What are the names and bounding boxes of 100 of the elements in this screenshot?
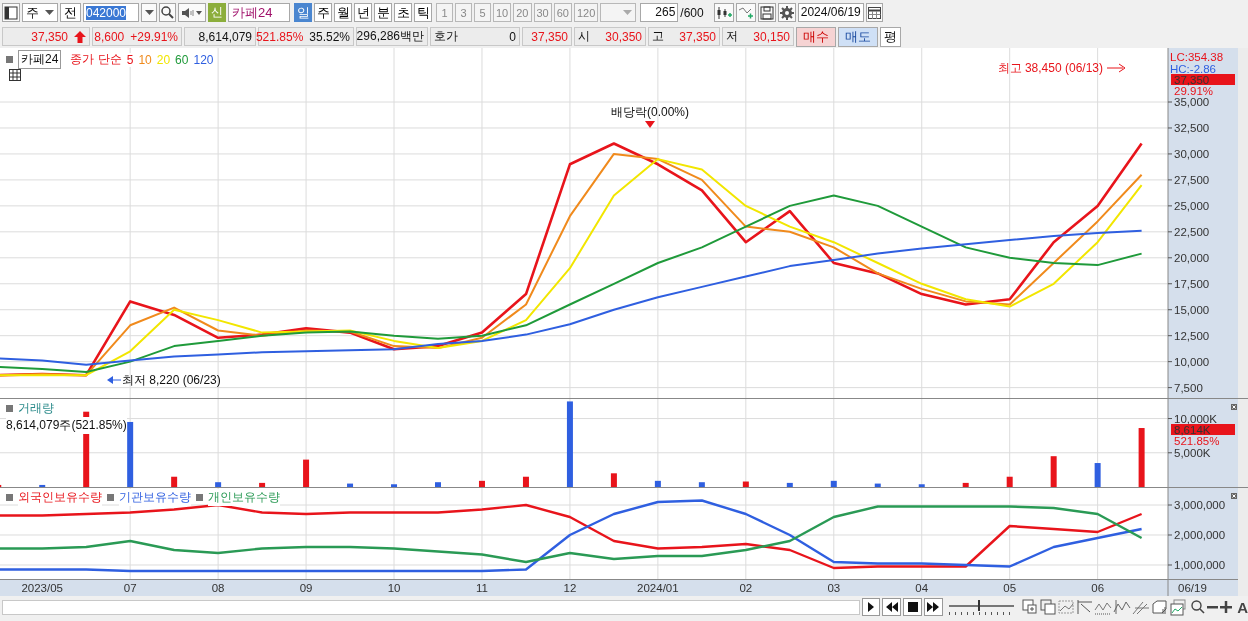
date-field[interactable]: 2024/06/19 (797, 3, 864, 22)
axis-label: 2023/05 (21, 582, 63, 594)
axis-label: 5,000K (1174, 446, 1211, 459)
axis-label: 17,500 (1174, 277, 1210, 290)
order-button[interactable]: 평 (880, 26, 901, 47)
dropdown-button[interactable] (141, 3, 157, 22)
axis-label: 02 (739, 582, 753, 594)
period-tab[interactable]: 일 (294, 3, 312, 22)
price-label: 고 (652, 28, 664, 45)
close-icon[interactable] (1231, 493, 1237, 499)
plus-icon[interactable] (1220, 601, 1233, 613)
period-tab[interactable]: 틱 (414, 3, 432, 22)
axis-label: 32,500 (1174, 121, 1210, 134)
hc-label: HC:-2.86 (1170, 63, 1217, 75)
axis-label: 2,000,000 (1174, 529, 1226, 541)
period-tab[interactable]: 분 (374, 3, 392, 22)
settings-icon (779, 5, 794, 20)
price-value: 37,350 (679, 29, 716, 44)
legend-square-icon (6, 494, 13, 501)
stock-name-field[interactable]: 카페24 (228, 3, 290, 22)
change-rate-label: 29.91% (1174, 85, 1213, 97)
prev-button[interactable]: 전 (60, 3, 81, 22)
legend-square-icon (107, 494, 114, 501)
axis-label: 15,000 (1174, 303, 1210, 316)
window-split-icon[interactable] (1022, 599, 1037, 614)
current-price: 37,350 (31, 29, 68, 44)
period-tab[interactable]: 월 (334, 3, 352, 22)
quote-value: 0 (509, 29, 516, 44)
rewind-button[interactable] (882, 598, 902, 616)
caret-icon (623, 9, 633, 16)
search-icon[interactable] (1190, 600, 1205, 614)
speaker-icon (181, 6, 203, 19)
axis-label: 05 (1003, 582, 1017, 594)
line-plus-icon (737, 5, 754, 20)
box-chart-icon[interactable] (1152, 600, 1167, 615)
axis-label: 07 (123, 582, 137, 594)
legend-square-icon (6, 405, 13, 412)
wave-line-icon[interactable] (1094, 602, 1112, 615)
zigzag-icon[interactable] (1113, 599, 1131, 615)
close-icon[interactable] (1231, 404, 1237, 410)
price-label: 저 (726, 28, 738, 45)
axis-label: 12 (563, 582, 577, 594)
code-field[interactable]: 042000 (83, 3, 139, 22)
horizontal-scrollbar[interactable] (2, 599, 860, 615)
axis-label: 09 (299, 582, 313, 594)
trendline-icon[interactable] (1077, 599, 1093, 615)
font-button[interactable]: A (1237, 598, 1248, 616)
calendar-icon (867, 6, 881, 19)
period-tab[interactable]: 초 (394, 3, 412, 22)
period-tab[interactable]: 주 (314, 3, 332, 22)
axis-label: 7,500 (1174, 381, 1203, 394)
count-field[interactable]: 265 (640, 3, 679, 22)
stop-button[interactable] (903, 598, 922, 616)
legend-square-icon (6, 56, 13, 63)
calendar-button[interactable] (865, 3, 883, 22)
price-change: 8,600 (94, 29, 125, 44)
axis-label: 2024/01 (637, 582, 679, 594)
axis-label: 04 (915, 582, 929, 594)
axis-label: 1,000,000 (1174, 559, 1226, 571)
legend-stock-name[interactable]: 카페24 (18, 50, 62, 69)
speaker-button[interactable] (178, 3, 206, 22)
search-button[interactable] (159, 3, 176, 22)
add-candle-button[interactable] (713, 3, 734, 22)
save-icon (759, 5, 774, 20)
volume-rate: 521.85% (255, 29, 304, 44)
legend-series: 외국인보유수량 (18, 489, 102, 506)
current-price-tag: 37,350 (1171, 73, 1235, 86)
chart-dotted-icon[interactable] (1058, 600, 1074, 614)
axis-label: 3,000,000 (1174, 499, 1226, 511)
chart-menu-icon[interactable] (2, 3, 20, 22)
price-value: 30,350 (605, 29, 642, 44)
search-icon (161, 6, 174, 19)
axis-label: 06 (1091, 582, 1105, 594)
fast-forward-button[interactable] (923, 598, 943, 616)
fast-forward-icon (927, 602, 940, 612)
axis-label: 35,000 (1174, 96, 1210, 108)
bid-price: 37,350 (531, 29, 568, 44)
legend-series: 기관보유수량 (119, 489, 191, 506)
axis-label: 11 (476, 582, 488, 594)
axis-label: 20,000 (1174, 251, 1210, 264)
zoom-slider[interactable] (948, 598, 1014, 616)
volume-summary: 8,614,079주(521.85%) (6, 417, 127, 434)
play-button[interactable] (861, 598, 881, 616)
lc-label: LC:354.38 (1170, 51, 1224, 63)
axis-label: 25,000 (1174, 199, 1210, 212)
turnover-rate: 35.52% (309, 29, 350, 44)
table-icon[interactable] (9, 69, 21, 81)
price-label: 시 (578, 28, 590, 45)
settings-button[interactable] (777, 3, 796, 22)
market-dropdown[interactable]: 주 (22, 3, 58, 22)
legend-period: 5 (126, 52, 134, 67)
legend-series: 개인보유수량 (208, 489, 280, 506)
order-button[interactable]: 매수 (796, 26, 836, 47)
axis-label: 12,500 (1174, 329, 1210, 342)
period-tab[interactable]: 년 (354, 3, 372, 22)
order-button[interactable]: 매도 (838, 26, 878, 47)
overlap-window-icon[interactable] (1040, 599, 1056, 615)
play-icon (867, 602, 876, 612)
save-button[interactable] (757, 3, 776, 22)
diagonal-lines-icon[interactable] (1132, 601, 1150, 615)
